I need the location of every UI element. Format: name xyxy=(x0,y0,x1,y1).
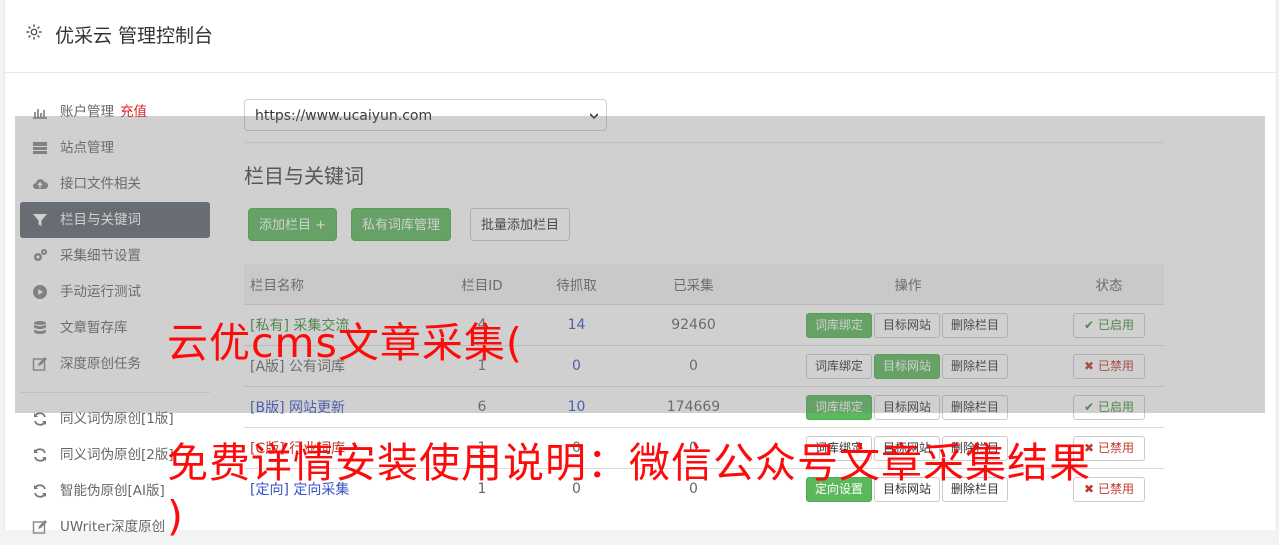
watermark-line-3: ) xyxy=(167,492,184,540)
edit-icon xyxy=(32,520,47,534)
watermark-line-2: 免费详情安装使用说明：微信公众号文章采集结果 xyxy=(167,439,1091,487)
sidebar-item-label: UWriter深度原创 xyxy=(60,519,166,535)
top-bar: 优采云 管理控制台 xyxy=(5,0,1276,73)
refresh-icon xyxy=(34,484,46,498)
refresh-icon xyxy=(34,448,46,462)
refresh-icon xyxy=(34,412,46,426)
sidebar-item-label: 智能伪原创[AI版] xyxy=(60,483,165,499)
dim-overlay xyxy=(15,116,1265,413)
status-label: 已禁用 xyxy=(1097,481,1134,496)
watermark-line-1: 云优cms文章采集( xyxy=(167,319,523,367)
sidebar-item-label: 同义词伪原创[1版] xyxy=(60,411,174,427)
gear-icon xyxy=(26,24,42,40)
app-title: 优采云 管理控制台 xyxy=(55,25,214,47)
sidebar-item-label: 同义词伪原创[2版] xyxy=(60,447,174,463)
status-label: 已禁用 xyxy=(1097,440,1134,455)
